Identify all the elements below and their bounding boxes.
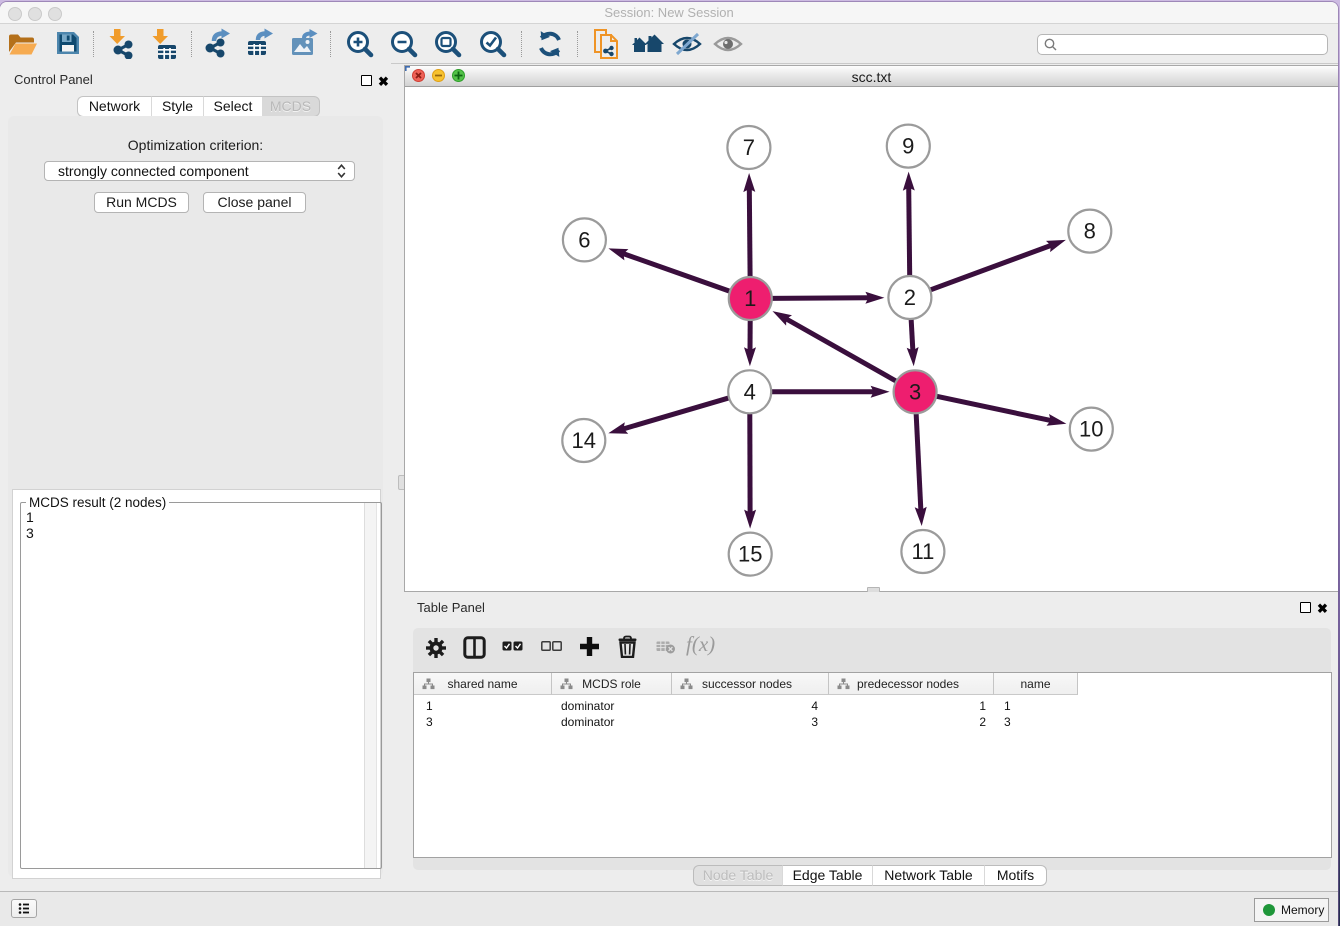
svg-text:15: 15: [738, 542, 762, 567]
svg-text:10: 10: [1079, 417, 1103, 442]
svg-text:2: 2: [904, 285, 916, 310]
svg-text:7: 7: [743, 135, 755, 160]
svg-text:3: 3: [909, 379, 921, 404]
svg-text:6: 6: [578, 227, 590, 252]
svg-text:14: 14: [572, 428, 596, 453]
svg-text:8: 8: [1084, 219, 1096, 244]
svg-text:11: 11: [911, 539, 934, 564]
svg-text:1: 1: [744, 286, 756, 311]
svg-text:4: 4: [744, 379, 756, 404]
svg-text:9: 9: [902, 134, 914, 159]
